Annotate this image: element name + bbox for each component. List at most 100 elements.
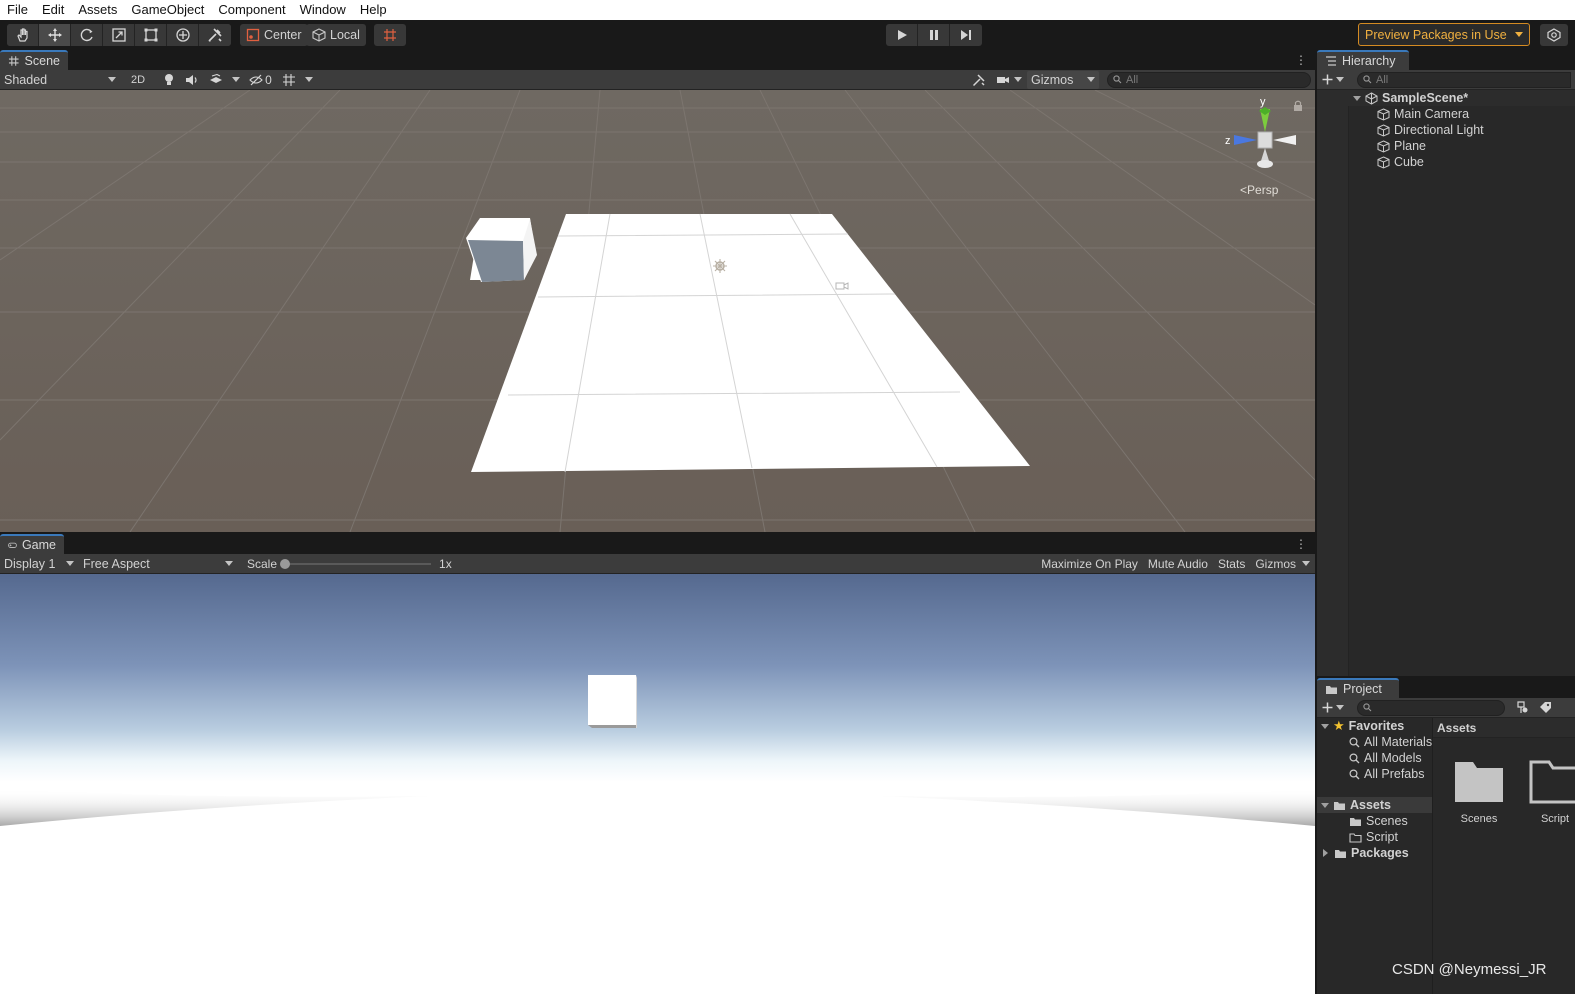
- game-panel-menu-icon[interactable]: ⋮: [1295, 537, 1307, 551]
- hierarchy-scene-row[interactable]: SampleScene*: [1317, 90, 1575, 106]
- grid-folder-label: Scenes: [1460, 813, 1498, 825]
- mute-audio-label: Mute Audio: [1147, 556, 1208, 571]
- display-dropdown[interactable]: Display 1: [0, 555, 78, 573]
- project-search-input[interactable]: [1357, 699, 1505, 716]
- asset-folder-item[interactable]: Script: [1349, 829, 1398, 845]
- audio-toggle[interactable]: [180, 71, 204, 89]
- scale-slider[interactable]: [280, 558, 432, 570]
- hierarchy-tab-strip: Hierarchy: [1317, 50, 1575, 70]
- toggle-2d-button[interactable]: 2D: [126, 71, 150, 89]
- effects-toggle[interactable]: [204, 71, 228, 89]
- menu-edit[interactable]: Edit: [35, 0, 71, 20]
- game-viewport[interactable]: [0, 574, 1315, 994]
- menu-window[interactable]: Window: [293, 0, 353, 20]
- pivot-center-button[interactable]: Center: [240, 24, 308, 46]
- rotate-tool-button[interactable]: [71, 24, 103, 46]
- chevron-down-icon[interactable]: [232, 77, 241, 82]
- menu-gameobject[interactable]: GameObject: [124, 0, 211, 20]
- pivot-space-button[interactable]: Local: [306, 24, 366, 46]
- favorites-item-label: All Materials: [1364, 735, 1433, 749]
- tab-hierarchy-label: Hierarchy: [1342, 54, 1396, 68]
- plus-icon: [1322, 702, 1333, 713]
- tab-hierarchy[interactable]: Hierarchy: [1317, 50, 1409, 70]
- transform-tool-button[interactable]: [167, 24, 199, 46]
- favorites-item[interactable]: All Materials: [1349, 734, 1432, 750]
- search-by-type-button[interactable]: [1511, 699, 1534, 717]
- aspect-dropdown[interactable]: Free Aspect: [79, 555, 237, 573]
- hierarchy-item-directional-light[interactable]: Directional Light: [1317, 122, 1575, 138]
- projection-mode-label[interactable]: <Persp: [1240, 183, 1279, 197]
- step-button[interactable]: [950, 24, 982, 46]
- search-by-label-button[interactable]: [1534, 699, 1557, 717]
- grid-folder-scenes[interactable]: Scenes: [1451, 758, 1507, 825]
- scene-panel-menu-icon[interactable]: ⋮: [1295, 53, 1307, 67]
- scene-camera-dropdown[interactable]: [991, 71, 1027, 89]
- hierarchy-search-input[interactable]: All: [1357, 71, 1571, 88]
- menu-help[interactable]: Help: [353, 0, 394, 20]
- scene-tools-button[interactable]: [967, 71, 991, 89]
- tab-project[interactable]: Project: [1317, 678, 1399, 698]
- packages-folder-row[interactable]: Packages: [1321, 845, 1409, 861]
- tab-game[interactable]: Game: [0, 534, 64, 554]
- scene-visibility-toggle[interactable]: 0: [244, 71, 277, 89]
- pivot-icon: [246, 28, 260, 42]
- hierarchy-item-plane[interactable]: Plane: [1317, 138, 1575, 154]
- menu-file[interactable]: File: [0, 0, 35, 20]
- tools-icon: [208, 28, 222, 42]
- favorites-item[interactable]: All Models: [1349, 750, 1422, 766]
- assets-folder-row[interactable]: Assets: [1317, 797, 1432, 813]
- scene-search-input[interactable]: All: [1107, 71, 1311, 88]
- game-gizmos-dropdown[interactable]: Gizmos: [1250, 555, 1315, 573]
- chevron-down-icon[interactable]: [304, 77, 313, 82]
- play-icon: [897, 30, 907, 40]
- favorites-item-label: All Models: [1364, 751, 1422, 765]
- custom-tool-button[interactable]: [199, 24, 231, 46]
- scale-tool-button[interactable]: [103, 24, 135, 46]
- stats-toggle[interactable]: Stats: [1213, 555, 1250, 573]
- preview-packages-button[interactable]: Preview Packages in Use: [1358, 23, 1530, 46]
- expand-arrow-icon[interactable]: [1353, 95, 1361, 101]
- tab-scene[interactable]: Scene: [0, 50, 68, 70]
- maximize-on-play-toggle[interactable]: Maximize On Play: [1036, 555, 1143, 573]
- game-cube: [588, 675, 637, 728]
- collapse-arrow-icon[interactable]: [1323, 849, 1328, 857]
- shading-mode-dropdown[interactable]: Shaded: [0, 71, 120, 89]
- grid-folder-script[interactable]: Script: [1527, 758, 1575, 825]
- hand-tool-button[interactable]: [7, 24, 39, 46]
- move-tool-button[interactable]: [39, 24, 71, 46]
- camera-icon: [997, 76, 1009, 83]
- lighting-toggle[interactable]: [158, 71, 180, 89]
- rect-tool-button[interactable]: [135, 24, 167, 46]
- folder-large-icon: [1455, 762, 1503, 802]
- asset-folder-item[interactable]: Scenes: [1349, 813, 1408, 829]
- favorites-row[interactable]: ★ Favorites: [1321, 718, 1404, 734]
- shading-mode-value: Shaded: [4, 72, 48, 87]
- hierarchy-item-cube[interactable]: Cube: [1317, 154, 1575, 170]
- mute-audio-toggle[interactable]: Mute Audio: [1143, 555, 1213, 573]
- hierarchy-create-button[interactable]: [1317, 71, 1349, 89]
- rotate-icon: [80, 28, 93, 42]
- chevron-down-icon: [1336, 705, 1344, 710]
- grid-snap-button[interactable]: [374, 24, 406, 46]
- expand-arrow-icon[interactable]: [1321, 802, 1329, 808]
- scene-gizmos-dropdown[interactable]: Gizmos: [1027, 70, 1099, 89]
- scale-slider-thumb[interactable]: [280, 558, 291, 569]
- menu-assets[interactable]: Assets: [71, 0, 124, 20]
- grid-folder-label: Script: [1540, 813, 1570, 825]
- grid-toggle[interactable]: [277, 71, 301, 89]
- scale-slider-track: [285, 562, 432, 565]
- favorites-label: Favorites: [1348, 719, 1405, 733]
- project-create-button[interactable]: [1317, 699, 1349, 717]
- play-button[interactable]: [886, 24, 918, 46]
- expand-arrow-icon[interactable]: [1321, 723, 1329, 729]
- hierarchy-item-main-camera[interactable]: Main Camera: [1317, 106, 1575, 122]
- hierarchy-item-label: Main Camera: [1394, 107, 1470, 121]
- speaker-icon: [186, 74, 197, 85]
- chevron-down-icon: [108, 77, 116, 82]
- pause-button[interactable]: [918, 24, 950, 46]
- breadcrumb-assets[interactable]: Assets: [1437, 721, 1476, 735]
- favorites-item[interactable]: All Prefabs: [1349, 766, 1424, 782]
- menu-component[interactable]: Component: [211, 0, 292, 20]
- services-button[interactable]: [1540, 24, 1568, 46]
- scene-viewport[interactable]: y z <Persp: [0, 90, 1315, 532]
